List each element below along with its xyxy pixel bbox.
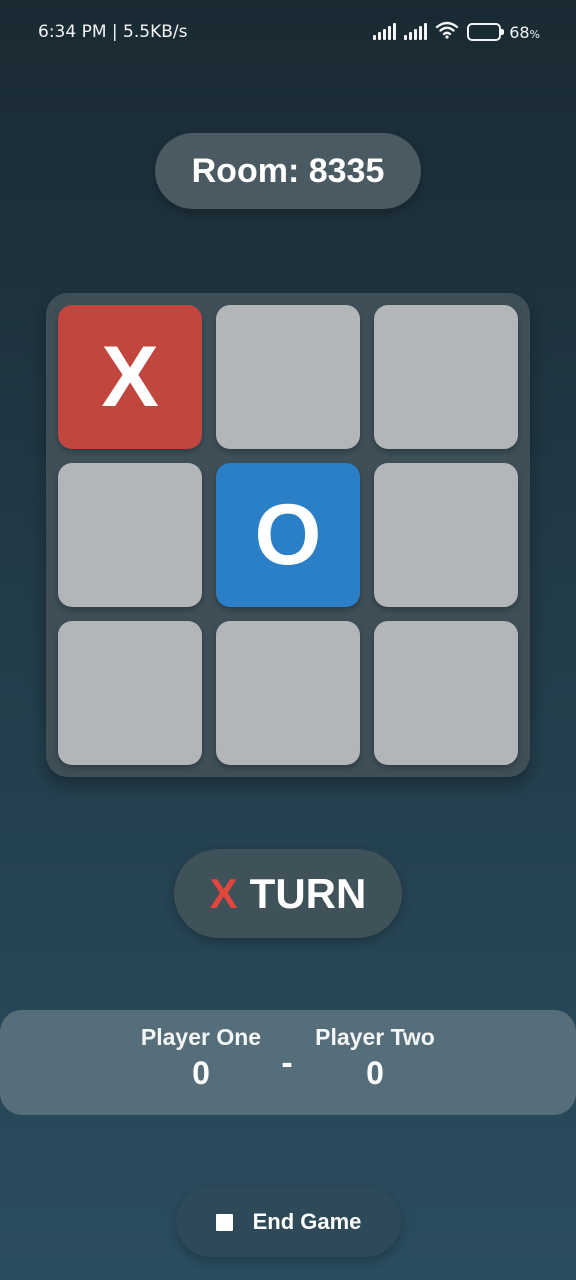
signal-icon bbox=[404, 23, 428, 40]
score-panel: Player One 0 - Player Two 0 bbox=[0, 1010, 576, 1115]
board-cell[interactable] bbox=[374, 305, 518, 449]
board-cell[interactable] bbox=[374, 621, 518, 765]
board-cell[interactable] bbox=[216, 305, 360, 449]
status-bar: 6:34 PM | 5.5KB/s 68% bbox=[0, 0, 576, 64]
player-two-score: Player Two 0 bbox=[295, 1024, 455, 1092]
stop-icon bbox=[215, 1213, 233, 1231]
board-cell[interactable]: X bbox=[58, 305, 202, 449]
end-game-label: End Game bbox=[252, 1209, 362, 1234]
battery-percent: 68% bbox=[509, 22, 540, 42]
wifi-icon bbox=[435, 21, 459, 44]
board-cell[interactable]: O bbox=[216, 463, 360, 607]
battery-icon bbox=[467, 23, 505, 41]
player-score: 0 bbox=[366, 1055, 384, 1091]
player-score: 0 bbox=[192, 1055, 210, 1091]
board-cell[interactable] bbox=[374, 463, 518, 607]
signal-icon bbox=[373, 23, 397, 40]
turn-indicator: X TURN bbox=[174, 849, 402, 938]
board-cell[interactable] bbox=[58, 621, 202, 765]
player-name: Player Two bbox=[315, 1024, 435, 1050]
status-time-speed: 6:34 PM | 5.5KB/s bbox=[38, 22, 188, 42]
player-name: Player One bbox=[140, 1024, 262, 1050]
player-one-score: Player One 0 bbox=[121, 1024, 281, 1092]
status-icons: 68% bbox=[373, 21, 540, 44]
end-game-button[interactable]: End Game bbox=[176, 1187, 401, 1257]
turn-symbol: X bbox=[209, 869, 238, 917]
room-label: Room: 8335 bbox=[155, 133, 421, 209]
board-cell[interactable] bbox=[216, 621, 360, 765]
board-cell[interactable] bbox=[58, 463, 202, 607]
turn-label: TURN bbox=[249, 869, 367, 917]
score-separator: - bbox=[281, 1044, 293, 1082]
game-board: X O bbox=[46, 293, 530, 777]
